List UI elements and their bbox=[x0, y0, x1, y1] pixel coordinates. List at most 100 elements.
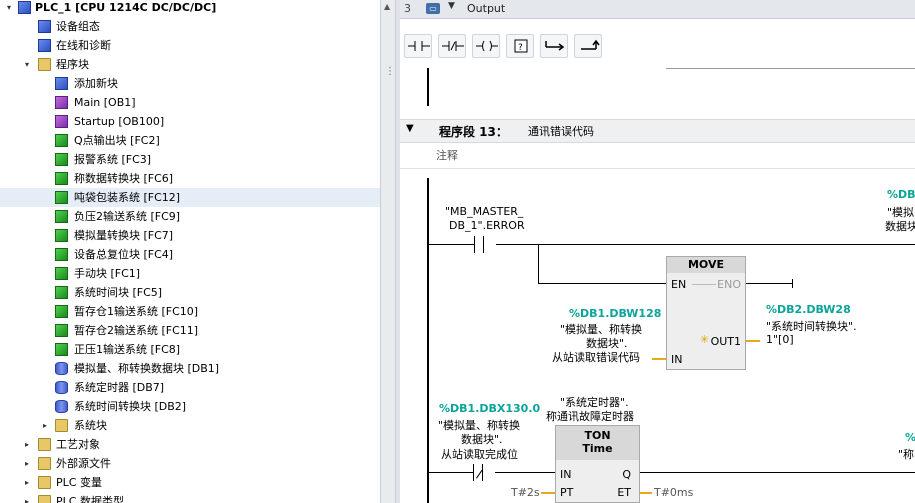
fc-block-icon bbox=[55, 210, 68, 223]
branch-horizontal bbox=[538, 283, 666, 284]
no-contact-icon[interactable] bbox=[404, 34, 432, 58]
fc-block-icon bbox=[55, 153, 68, 166]
dropdown-arrow-icon[interactable]: ▼ bbox=[448, 1, 455, 11]
tree-item[interactable]: 设备组态 bbox=[0, 17, 380, 36]
scroll-up-icon[interactable]: ▲ bbox=[384, 2, 390, 11]
network-title: 程序段 13： bbox=[439, 125, 508, 139]
ton-et-value: T#0ms bbox=[654, 486, 694, 499]
tree-item-label: 负压2输送系统 [FC9] bbox=[74, 210, 181, 223]
contact1-no-contact[interactable] bbox=[474, 236, 496, 253]
move-eno-pin: ENO bbox=[717, 278, 741, 291]
rung-main-line bbox=[429, 244, 915, 245]
system-blocks-folder-icon bbox=[55, 419, 68, 432]
tree-item-label: 外部源文件 bbox=[56, 457, 111, 470]
svg-text:?: ? bbox=[518, 43, 523, 53]
fc-block-icon bbox=[55, 172, 68, 185]
contact2-nc-contact[interactable] bbox=[473, 464, 495, 481]
network-header[interactable]: ▼ 程序段 13： 通讯错误代码 bbox=[400, 119, 915, 143]
empty-box-icon[interactable]: ? bbox=[506, 34, 534, 58]
tree-item[interactable]: 暂存仓1输送系统 [FC10] bbox=[0, 302, 380, 321]
tree-item[interactable]: Main [OB1] bbox=[0, 93, 380, 112]
ladder-editor: 3 ▭ ▼ Output ? ▼ 程序段 13： 通讯错误代码 注释 "MB_M… bbox=[400, 0, 915, 503]
tree-item[interactable]: ▸ PLC 变量 bbox=[0, 473, 380, 492]
program-blocks-folder-icon bbox=[38, 58, 51, 71]
tree-item-label: PLC 数据类型 bbox=[56, 495, 124, 503]
tree-item[interactable]: 系统时间块 [FC5] bbox=[0, 283, 380, 302]
contact1-operand-line1: "MB_MASTER_ bbox=[445, 205, 524, 218]
fc-block-icon bbox=[55, 324, 68, 337]
tree-item-label: Main [OB1] bbox=[74, 96, 136, 109]
tree-item[interactable]: ▸ 系统块 bbox=[0, 416, 380, 435]
tree-item-label: 暂存仓2输送系统 [FC11] bbox=[74, 324, 199, 337]
expand-down-icon[interactable]: ▾ bbox=[22, 55, 32, 74]
tree-item-label: Startup [OB100] bbox=[74, 115, 165, 128]
fc-block-icon bbox=[55, 248, 68, 261]
tree-item[interactable]: 设备总复位块 [FC4] bbox=[0, 245, 380, 264]
tree-item[interactable]: ▸ PLC 数据类型 bbox=[0, 492, 380, 503]
tree-item[interactable]: 负压2输送系统 [FC9] bbox=[0, 207, 380, 226]
plc-icon bbox=[18, 1, 31, 14]
tree-item[interactable]: ▸ 工艺对象 bbox=[0, 435, 380, 454]
ob-block-icon bbox=[55, 96, 68, 109]
coil-icon[interactable] bbox=[472, 34, 500, 58]
ladder-toolbar: ? bbox=[400, 30, 915, 62]
expand-right-icon[interactable]: ▸ bbox=[22, 435, 32, 454]
tree-item[interactable]: 模拟量转换块 [FC7] bbox=[0, 226, 380, 245]
expand-right-icon[interactable]: ▸ bbox=[22, 492, 32, 503]
tree-item-label: 系统时间块 [FC5] bbox=[74, 286, 163, 299]
move-out-name1: "系统时间转换块". bbox=[766, 320, 857, 333]
ton-pt-wire bbox=[541, 492, 555, 494]
tree-item[interactable]: 系统定时器 [DB7] bbox=[0, 378, 380, 397]
fc-block-icon bbox=[55, 267, 68, 280]
output-tab-label[interactable]: Output bbox=[467, 2, 505, 15]
expand-down-icon[interactable]: ▾ bbox=[4, 0, 14, 17]
tree-item[interactable]: 正压1输送系统 [FC8] bbox=[0, 340, 380, 359]
network-comment[interactable]: 注释 bbox=[400, 142, 915, 169]
splitter-grip-icon[interactable]: ⋮ bbox=[385, 66, 395, 77]
splitter-bar[interactable]: ▲ ⋮ bbox=[380, 0, 396, 503]
tree-item[interactable]: ▾ 程序块 bbox=[0, 55, 380, 74]
external-sources-icon bbox=[38, 457, 51, 470]
tree-item[interactable]: 称数据转换块 [FC6] bbox=[0, 169, 380, 188]
tree-item[interactable]: 添加新块 bbox=[0, 74, 380, 93]
db-block-icon bbox=[55, 381, 68, 394]
tree-item-label: 设备组态 bbox=[56, 20, 100, 33]
tree-item-label: 系统定时器 [DB7] bbox=[74, 381, 165, 394]
expand-right-icon[interactable]: ▸ bbox=[22, 473, 32, 492]
open-branch-icon[interactable] bbox=[540, 34, 568, 58]
tree-item[interactable]: 暂存仓2输送系统 [FC11] bbox=[0, 321, 380, 340]
fc-block-icon bbox=[55, 343, 68, 356]
tree-item[interactable]: 模拟量、称转换数据块 [DB1] bbox=[0, 359, 380, 378]
ton-in-pin: IN bbox=[560, 468, 572, 481]
collapse-arrow-icon[interactable]: ▼ bbox=[406, 123, 414, 134]
tree-item[interactable]: 在线和诊断 bbox=[0, 36, 380, 55]
tree-item[interactable]: 吨袋包装系统 [FC12] bbox=[0, 188, 380, 207]
tree-item[interactable]: 手动块 [FC1] bbox=[0, 264, 380, 283]
tree-item[interactable]: 系统时间转换块 [DB2] bbox=[0, 397, 380, 416]
tree-item[interactable]: Startup [OB100] bbox=[0, 112, 380, 131]
ton-pt-pin: PT bbox=[560, 486, 574, 499]
tree-item-label: 暂存仓1输送系统 [FC10] bbox=[74, 305, 199, 318]
tree-item[interactable]: 报警系统 [FC3] bbox=[0, 150, 380, 169]
plc-data-types-icon bbox=[38, 495, 51, 503]
network-name[interactable]: 通讯错误代码 bbox=[528, 123, 594, 139]
move-in-address: %DB1.DBW128 bbox=[569, 307, 662, 320]
nc-contact-icon[interactable] bbox=[438, 34, 466, 58]
close-branch-icon[interactable] bbox=[574, 34, 602, 58]
eno-line bbox=[746, 283, 792, 284]
tree-item[interactable]: ▸ 外部源文件 bbox=[0, 454, 380, 473]
power-rail bbox=[427, 178, 429, 503]
output-tab-icon[interactable]: ▭ bbox=[426, 3, 440, 14]
tree-item-label: 模拟量、称转换数据块 [DB1] bbox=[74, 362, 220, 375]
rung2-q-line bbox=[640, 472, 915, 473]
fc-block-icon bbox=[55, 134, 68, 147]
editor-tab-bar: 3 ▭ ▼ Output bbox=[400, 0, 915, 19]
tree-item-label: PLC 变量 bbox=[56, 476, 102, 489]
tree-item[interactable]: ▾ PLC_1 [CPU 1214C DC/DC/DC] bbox=[0, 0, 380, 17]
right-partial-address: %DB1 bbox=[887, 188, 915, 201]
expand-right-icon[interactable]: ▸ bbox=[40, 416, 50, 435]
expand-right-icon[interactable]: ▸ bbox=[22, 454, 32, 473]
tree-item[interactable]: Q点输出块 [FC2] bbox=[0, 131, 380, 150]
ton-box[interactable]: TON Time IN Q PT ET bbox=[555, 425, 640, 503]
move-box[interactable]: MOVE EN ENO OUT1 IN ✳ bbox=[666, 256, 746, 370]
